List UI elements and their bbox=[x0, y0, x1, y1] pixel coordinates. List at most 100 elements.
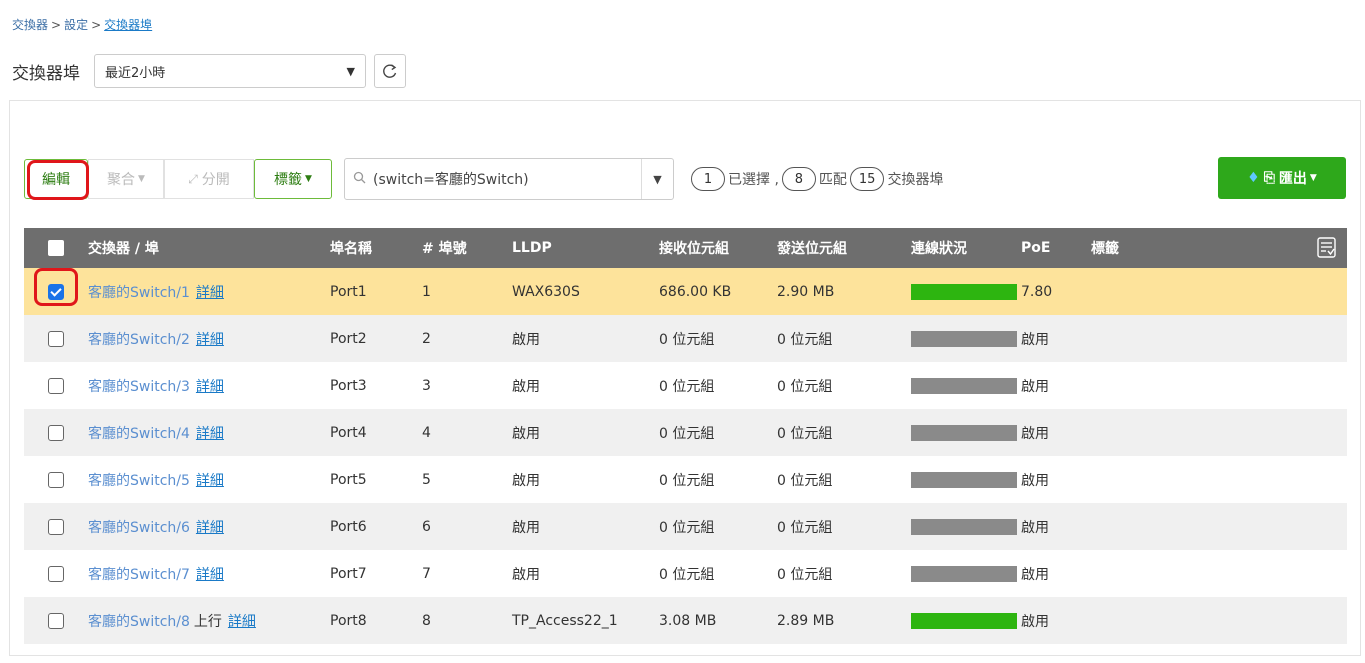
breadcrumb-settings[interactable]: 設定 bbox=[64, 18, 88, 32]
switch-port-link[interactable]: 客廳的Switch/5 bbox=[88, 473, 190, 489]
detail-link[interactable]: 詳細 bbox=[196, 567, 224, 583]
port-number: 2 bbox=[422, 330, 431, 347]
caret-down-icon: ▼ bbox=[1309, 173, 1317, 183]
search-value: (switch=客廳的Switch) bbox=[373, 172, 529, 188]
time-range-value: 最近2小時 bbox=[105, 65, 166, 81]
refresh-button[interactable] bbox=[374, 54, 406, 88]
port-name: Port6 bbox=[330, 518, 367, 535]
title-row: 交換器埠 最近2小時 ▼ bbox=[12, 54, 406, 88]
switch-port-link[interactable]: 客廳的Switch/2 bbox=[88, 332, 190, 348]
rx-bytes: 3.08 MB bbox=[659, 612, 717, 629]
switch-port-link[interactable]: 客廳的Switch/3 bbox=[88, 379, 190, 395]
rx-bytes: 0 位元組 bbox=[659, 472, 715, 489]
matched-count: 8 bbox=[781, 167, 816, 191]
tx-bytes: 0 位元組 bbox=[777, 519, 833, 536]
header-port-name[interactable]: 埠名稱 bbox=[330, 238, 422, 258]
row-checkbox[interactable] bbox=[48, 612, 64, 629]
port-number: 7 bbox=[422, 565, 431, 582]
table-row[interactable]: 客廳的Switch/4 詳細 Port4 4 啟用 0 位元組 0 位元組 啟用 bbox=[24, 409, 1347, 456]
tag-button[interactable]: 標籤 ▼ bbox=[254, 159, 332, 199]
tx-bytes: 0 位元組 bbox=[777, 331, 833, 348]
header-lldp[interactable]: LLDP bbox=[512, 240, 659, 256]
header-tx[interactable]: 發送位元組 bbox=[777, 238, 911, 258]
link-status-bar bbox=[911, 518, 1017, 535]
select-all-checkbox[interactable] bbox=[48, 240, 64, 256]
switch-port-link[interactable]: 客廳的Switch/8 bbox=[88, 614, 190, 630]
detail-link[interactable]: 詳細 bbox=[196, 426, 224, 442]
header-port-no[interactable]: # 埠號 bbox=[422, 238, 512, 258]
detail-link[interactable]: 詳細 bbox=[196, 473, 224, 489]
port-name: Port8 bbox=[330, 612, 367, 629]
port-name: Port7 bbox=[330, 565, 367, 582]
detail-link[interactable]: 詳細 bbox=[228, 614, 256, 630]
header-rx[interactable]: 接收位元組 bbox=[659, 238, 777, 258]
link-status-bar bbox=[911, 330, 1017, 347]
row-checkbox[interactable] bbox=[48, 518, 64, 535]
row-checkbox[interactable] bbox=[48, 330, 64, 347]
detail-link[interactable]: 詳細 bbox=[196, 332, 224, 348]
edit-button[interactable]: 編輯 bbox=[24, 159, 89, 200]
switch-port-link[interactable]: 客廳的Switch/7 bbox=[88, 567, 190, 583]
lldp-value: 啟用 bbox=[512, 472, 540, 489]
table-row[interactable]: 客廳的Switch/6 詳細 Port6 6 啟用 0 位元組 0 位元組 啟用 bbox=[24, 503, 1347, 550]
tx-bytes: 0 位元組 bbox=[777, 425, 833, 442]
ports-table: 交換器 / 埠 埠名稱 # 埠號 LLDP 接收位元組 發送位元組 連線狀況 P… bbox=[24, 228, 1347, 644]
detail-link[interactable]: 詳細 bbox=[196, 379, 224, 395]
tx-bytes: 2.89 MB bbox=[777, 612, 835, 629]
split-icon: ⤢ bbox=[188, 171, 198, 186]
lldp-value: TP_Access22_1 bbox=[512, 612, 618, 629]
tx-bytes: 0 位元組 bbox=[777, 472, 833, 489]
lldp-value: 啟用 bbox=[512, 425, 540, 442]
breadcrumb-current[interactable]: 交換器埠 bbox=[104, 18, 152, 32]
tx-bytes: 0 位元組 bbox=[777, 566, 833, 583]
highlight-box bbox=[34, 267, 78, 306]
export-button[interactable]: ♦ ⎘ 匯出 ▼ bbox=[1218, 157, 1346, 199]
detail-link[interactable]: 詳細 bbox=[196, 520, 224, 536]
time-range-select[interactable]: 最近2小時 ▼ bbox=[94, 54, 366, 88]
link-status-bar bbox=[911, 283, 1017, 300]
switch-port-link[interactable]: 客廳的Switch/1 bbox=[88, 285, 190, 301]
column-settings-icon[interactable] bbox=[1317, 237, 1337, 259]
header-link[interactable]: 連線狀況 bbox=[911, 238, 1021, 258]
rx-bytes: 0 位元組 bbox=[659, 378, 715, 395]
search-icon bbox=[345, 171, 373, 188]
header-poe[interactable]: PoE bbox=[1021, 240, 1091, 256]
switch-port-link[interactable]: 客廳的Switch/6 bbox=[88, 520, 190, 536]
table-header: 交換器 / 埠 埠名稱 # 埠號 LLDP 接收位元組 發送位元組 連線狀況 P… bbox=[24, 228, 1347, 268]
rx-bytes: 0 位元組 bbox=[659, 331, 715, 348]
switch-port-link[interactable]: 客廳的Switch/4 bbox=[88, 426, 190, 442]
row-checkbox[interactable] bbox=[48, 424, 64, 441]
row-checkbox[interactable] bbox=[48, 471, 64, 488]
port-number: 1 bbox=[422, 283, 431, 300]
caret-down-icon[interactable]: ▼ bbox=[641, 159, 673, 199]
table-row[interactable]: 客廳的Switch/8 上行 詳細 Port8 8 TP_Access22_1 3.08 M… bbox=[24, 597, 1347, 644]
port-name: Port5 bbox=[330, 471, 367, 488]
table-body: 客廳的Switch/1 詳細 Port1 1 WAX630S 686.00 KB 2.90 … bbox=[24, 267, 1347, 644]
link-status-bar bbox=[911, 565, 1017, 582]
caret-down-icon: ▼ bbox=[346, 64, 355, 78]
table-row[interactable]: 客廳的Switch/1 詳細 Port1 1 WAX630S 686.00 KB 2.90 … bbox=[24, 267, 1347, 315]
port-number: 6 bbox=[422, 518, 431, 535]
split-button[interactable]: ⤢ 分開 bbox=[164, 159, 254, 199]
table-row[interactable]: 客廳的Switch/2 詳細 Port2 2 啟用 0 位元組 0 位元組 啟用 bbox=[24, 315, 1347, 362]
aggregate-button[interactable]: 聚合 ▼ bbox=[88, 159, 164, 199]
diamond-icon: ♦ bbox=[1247, 170, 1260, 186]
rx-bytes: 686.00 KB bbox=[659, 283, 732, 300]
breadcrumb-switch[interactable]: 交換器 bbox=[12, 18, 48, 32]
lldp-value: 啟用 bbox=[512, 378, 540, 395]
selected-count: 1 bbox=[691, 167, 725, 191]
row-checkbox[interactable] bbox=[48, 377, 64, 394]
port-name: Port2 bbox=[330, 330, 367, 347]
rx-bytes: 0 位元組 bbox=[659, 519, 715, 536]
search-input[interactable]: (switch=客廳的Switch) ▼ bbox=[344, 158, 674, 200]
row-checkbox[interactable] bbox=[48, 565, 64, 582]
table-row[interactable]: 客廳的Switch/7 詳細 Port7 7 啟用 0 位元組 0 位元組 啟用 bbox=[24, 550, 1347, 597]
header-tag[interactable]: 標籤 bbox=[1091, 238, 1307, 258]
detail-link[interactable]: 詳細 bbox=[196, 285, 224, 301]
toolbar: 編輯 聚合 ▼ ⤢ 分開 標籤 ▼ (switch=客廳的Switch) ▼ 1 已選… bbox=[24, 158, 943, 200]
header-switch-port[interactable]: 交換器 / 埠 bbox=[88, 238, 330, 258]
table-row[interactable]: 客廳的Switch/5 詳細 Port5 5 啟用 0 位元組 0 位元組 啟用 bbox=[24, 456, 1347, 503]
port-number: 4 bbox=[422, 424, 431, 441]
lldp-value: 啟用 bbox=[512, 566, 540, 583]
table-row[interactable]: 客廳的Switch/3 詳細 Port3 3 啟用 0 位元組 0 位元組 啟用 bbox=[24, 362, 1347, 409]
